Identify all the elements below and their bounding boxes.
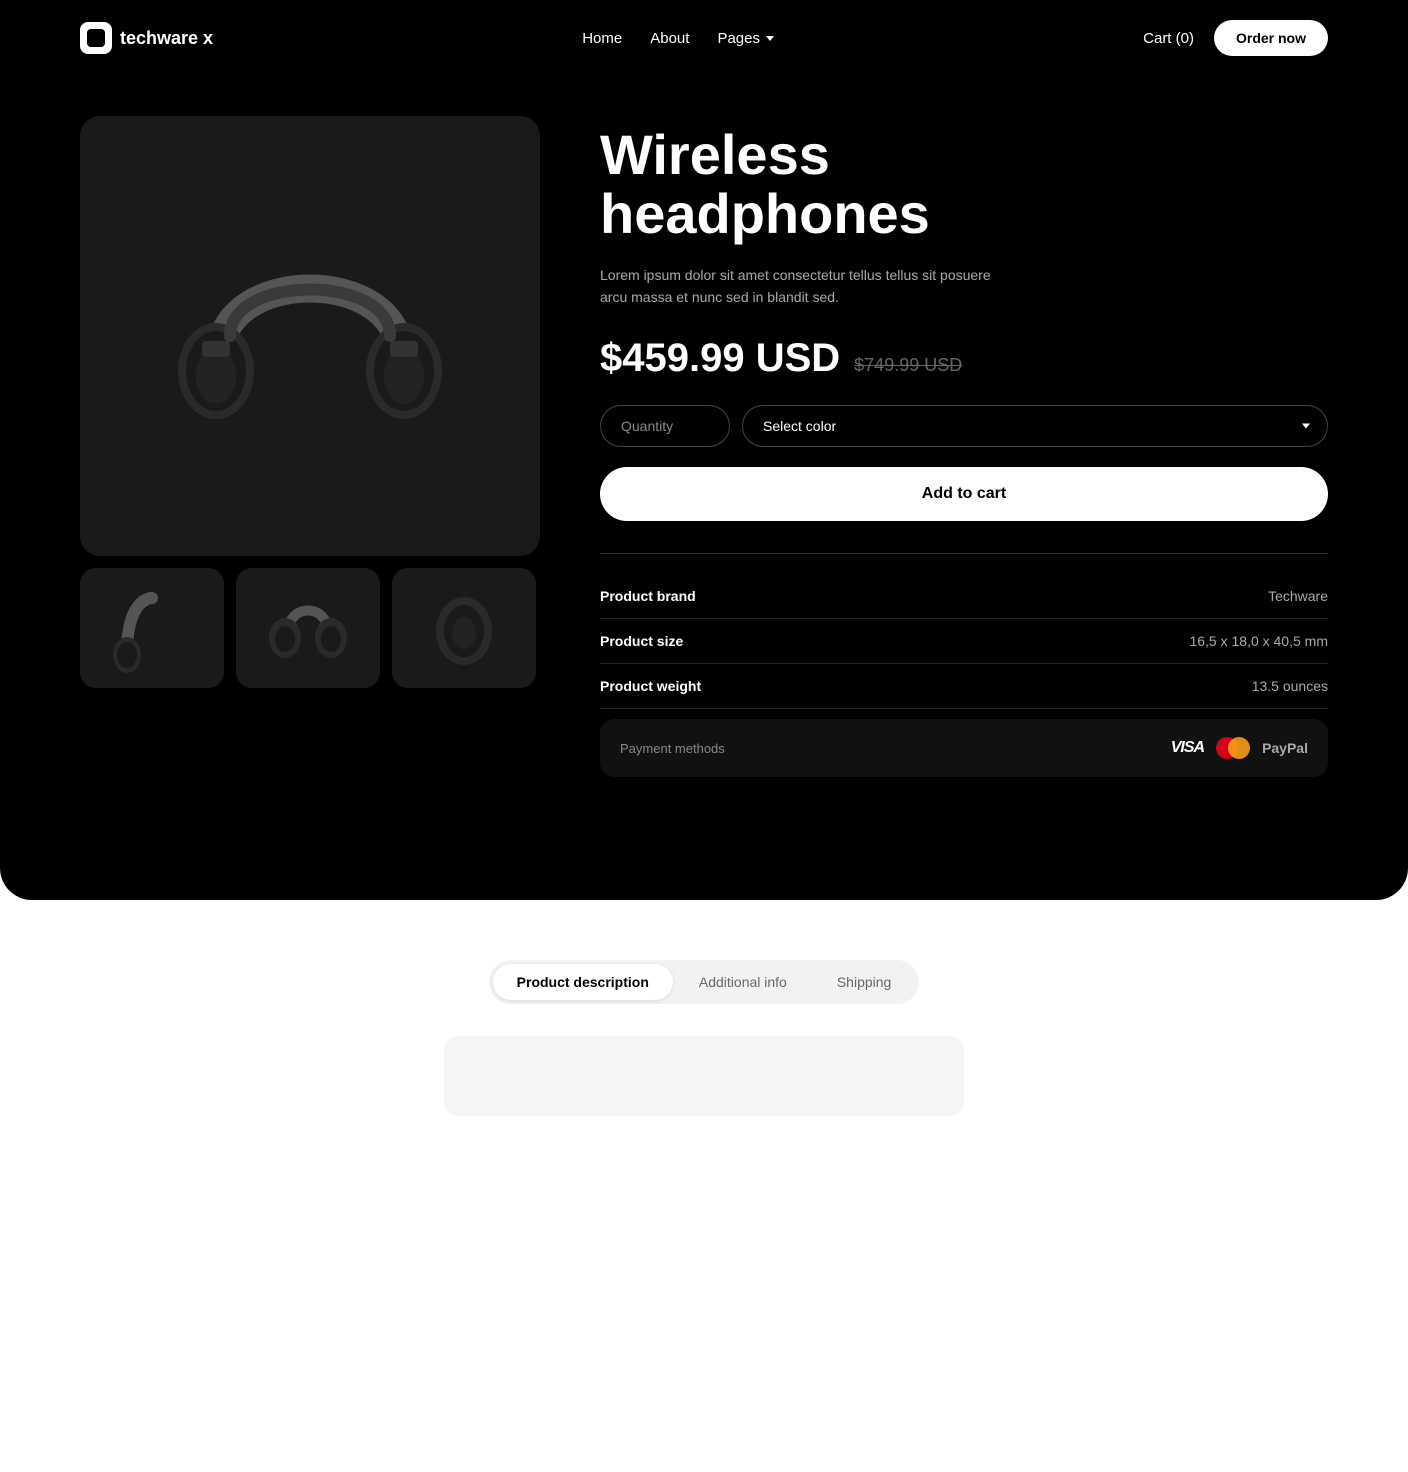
detail-label-size: Product size bbox=[600, 633, 683, 649]
payment-row: Payment methods VISA PayPal bbox=[600, 719, 1328, 777]
price-current: $459.99 USD bbox=[600, 336, 840, 381]
product-details: Product brand Techware Product size 16,5… bbox=[600, 553, 1328, 777]
tabs-container: Product description Additional info Ship… bbox=[80, 960, 1328, 1004]
detail-row-size: Product size 16,5 x 18,0 x 40,5 mm bbox=[600, 619, 1328, 664]
thumbnail-3-image bbox=[419, 583, 509, 673]
product-title: Wireless headphones bbox=[600, 126, 1328, 244]
nav-about[interactable]: About bbox=[650, 30, 689, 47]
payment-icons: VISA PayPal bbox=[1171, 737, 1308, 759]
thumbnail-1[interactable] bbox=[80, 568, 224, 688]
product-info: Wireless headphones Lorem ipsum dolor si… bbox=[600, 116, 1328, 777]
detail-row-weight: Product weight 13.5 ounces bbox=[600, 664, 1328, 709]
thumbnail-2-image bbox=[263, 583, 353, 673]
main-product-image[interactable] bbox=[80, 116, 540, 556]
mastercard-icon bbox=[1216, 737, 1250, 759]
paypal-icon: PayPal bbox=[1262, 740, 1308, 756]
brand-name: techware x bbox=[120, 28, 213, 49]
visa-icon: VISA bbox=[1171, 739, 1204, 757]
navbar: techware x Home About Pages Cart (0) Ord… bbox=[0, 0, 1408, 76]
detail-value-weight: 13.5 ounces bbox=[1252, 678, 1328, 694]
order-now-button[interactable]: Order now bbox=[1214, 20, 1328, 56]
detail-label-weight: Product weight bbox=[600, 678, 701, 694]
detail-value-size: 16,5 x 18,0 x 40,5 mm bbox=[1189, 633, 1328, 649]
tab-product-description[interactable]: Product description bbox=[493, 964, 673, 1000]
price-row: $459.99 USD $749.99 USD bbox=[600, 336, 1328, 381]
nav-links: Home About Pages bbox=[582, 30, 774, 47]
controls-row: Select color Black White Silver Rose Gol… bbox=[600, 405, 1328, 447]
tabs-bar: Product description Additional info Ship… bbox=[489, 960, 920, 1004]
color-select-wrapper: Select color Black White Silver Rose Gol… bbox=[742, 405, 1328, 447]
payment-methods-label: Payment methods bbox=[620, 741, 725, 756]
thumbnail-3[interactable] bbox=[392, 568, 536, 688]
tab-content bbox=[444, 1036, 964, 1116]
nav-pages[interactable]: Pages bbox=[717, 30, 774, 47]
product-title-line1: Wireless bbox=[600, 123, 830, 186]
tabs-section: Product description Additional info Ship… bbox=[0, 900, 1408, 1156]
tab-additional-info[interactable]: Additional info bbox=[675, 964, 811, 1000]
product-title-line2: headphones bbox=[600, 182, 930, 245]
nav-pages-label: Pages bbox=[717, 30, 760, 47]
nav-right: Cart (0) Order now bbox=[1143, 20, 1328, 56]
color-select[interactable]: Select color Black White Silver Rose Gol… bbox=[742, 405, 1328, 447]
logo[interactable]: techware x bbox=[80, 22, 213, 54]
price-original: $749.99 USD bbox=[854, 355, 962, 376]
headphones-illustration bbox=[140, 166, 480, 506]
thumbnail-1-image bbox=[107, 583, 197, 673]
thumbnail-2[interactable] bbox=[236, 568, 380, 688]
detail-label-brand: Product brand bbox=[600, 588, 696, 604]
detail-row-brand: Product brand Techware bbox=[600, 574, 1328, 619]
product-section: Wireless headphones Lorem ipsum dolor si… bbox=[0, 76, 1408, 777]
chevron-down-icon bbox=[766, 36, 774, 41]
quantity-input[interactable] bbox=[600, 405, 730, 447]
product-images bbox=[80, 116, 540, 688]
add-to-cart-button[interactable]: Add to cart bbox=[600, 467, 1328, 521]
detail-value-brand: Techware bbox=[1268, 588, 1328, 604]
logo-icon bbox=[80, 22, 112, 54]
cart-link[interactable]: Cart (0) bbox=[1143, 30, 1194, 47]
product-description: Lorem ipsum dolor sit amet consectetur t… bbox=[600, 264, 1000, 309]
thumbnail-row bbox=[80, 568, 540, 688]
tab-shipping[interactable]: Shipping bbox=[813, 964, 916, 1000]
nav-home[interactable]: Home bbox=[582, 30, 622, 47]
